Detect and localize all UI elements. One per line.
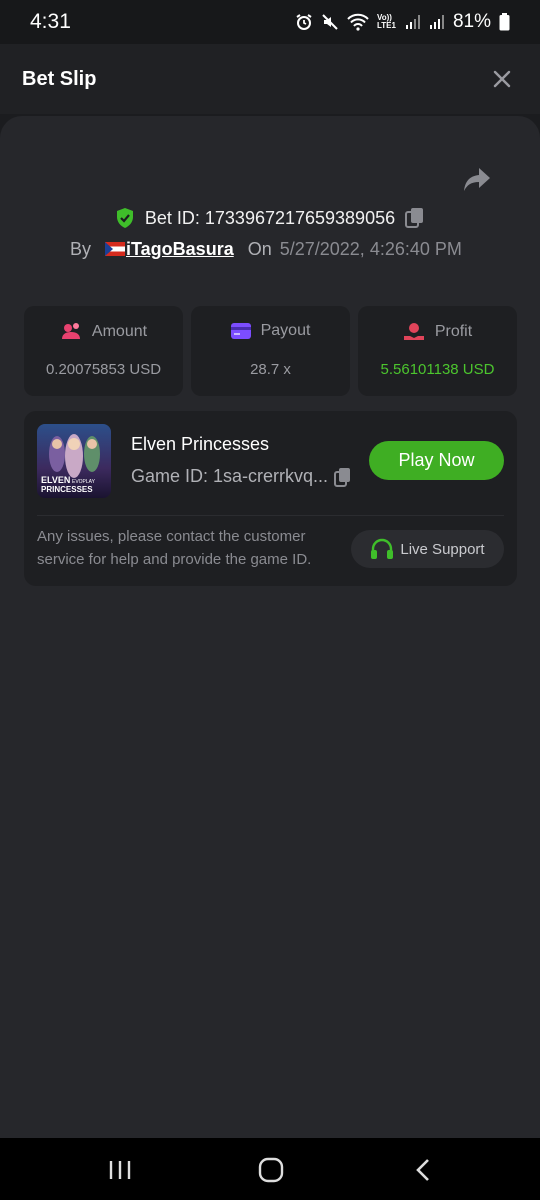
- support-message: Any issues, please contact the customer …: [37, 528, 312, 568]
- bet-id: Bet ID: 1733967217659389056: [144, 207, 396, 228]
- amount-value: 0.20075853 USD: [45, 361, 162, 378]
- play-now-button[interactable]: Play Now: [369, 441, 504, 480]
- signal-icon: [429, 15, 444, 29]
- home-icon: [258, 1157, 284, 1183]
- profit-value: 5.56101138 USD: [380, 361, 495, 378]
- status-icons: Vo)) LTE1 81%: [295, 11, 510, 33]
- back-icon: [416, 1159, 429, 1181]
- share-button[interactable]: [462, 166, 494, 196]
- home-button[interactable]: [251, 1156, 291, 1184]
- system-nav-bar: [0, 1138, 540, 1200]
- on-label: On: [247, 238, 272, 259]
- close-button[interactable]: [488, 65, 516, 93]
- game-art: ELVEN EVOPLAY PRINCESSES: [37, 424, 111, 498]
- game-card: ELVEN EVOPLAY PRINCESSES Elven Princesse…: [24, 411, 517, 586]
- payout-label: Payout: [260, 322, 311, 339]
- alarm-icon: [296, 14, 312, 30]
- bettor-username[interactable]: iTagoBasura: [126, 239, 234, 260]
- bet-slip-card: [0, 116, 540, 1138]
- signal-icon: [405, 15, 420, 29]
- card-icon: [230, 323, 251, 339]
- amount-stat: Amount 0.20075853 USD: [24, 306, 183, 396]
- back-button[interactable]: [403, 1156, 443, 1184]
- battery-icon: [499, 13, 510, 31]
- thumb-title-1: ELVEN: [41, 475, 70, 485]
- payout-value: 28.7 x: [250, 361, 291, 378]
- shield-check-icon: [116, 208, 133, 228]
- recents-icon: [109, 1161, 131, 1179]
- bet-id-row: Bet ID: 1733967217659389056: [0, 203, 540, 233]
- game-id: Game ID: 1sa-crerrkvq...: [131, 466, 329, 486]
- divider: [37, 515, 504, 516]
- close-icon: [493, 70, 511, 88]
- live-support-label: Live Support: [400, 540, 485, 558]
- status-time: 4:31: [30, 10, 71, 33]
- profit-stat: Profit 5.56101138 USD: [358, 306, 517, 396]
- share-icon: [464, 168, 490, 191]
- game-title: Elven Princesses: [131, 434, 270, 454]
- live-support-button[interactable]: Live Support: [351, 530, 504, 568]
- volte-icon: Vo)) LTE1: [376, 13, 396, 30]
- profit-icon: [403, 323, 424, 340]
- copy-icon[interactable]: [405, 207, 425, 229]
- copy-icon[interactable]: [334, 467, 352, 487]
- headset-icon: [371, 538, 394, 559]
- amount-icon: [61, 323, 80, 339]
- thumb-title-2: PRINCESSES: [41, 485, 93, 494]
- bet-date: 5/27/2022, 4:26:40 PM: [279, 238, 462, 259]
- recent-apps-button[interactable]: [100, 1156, 140, 1184]
- by-label: By: [70, 238, 92, 259]
- flag-icon: [105, 242, 126, 256]
- battery-percent: 81%: [452, 11, 491, 32]
- game-id-row: Game ID: 1sa-crerrkvq...: [131, 466, 352, 487]
- status-bar: 4:31 Vo)) LTE1 81%: [0, 0, 540, 44]
- game-thumbnail[interactable]: ELVEN EVOPLAY PRINCESSES: [37, 424, 111, 498]
- wifi-icon: [347, 13, 369, 31]
- payout-stat: Payout 28.7 x: [191, 306, 350, 396]
- amount-label: Amount: [91, 323, 148, 340]
- bet-slip-header: Bet Slip: [0, 44, 540, 114]
- page-title: Bet Slip: [22, 67, 97, 90]
- profit-label: Profit: [434, 323, 473, 340]
- bet-byline: By iTagoBasura On 5/27/2022, 4:26:40 PM: [70, 236, 462, 262]
- mute-icon: [322, 14, 338, 30]
